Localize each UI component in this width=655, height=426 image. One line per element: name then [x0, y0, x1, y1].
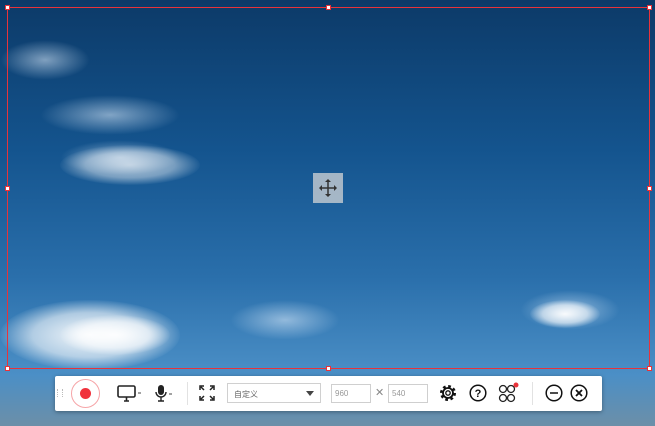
- region-preset-select[interactable]: 自定义: [227, 383, 321, 403]
- record-button[interactable]: [71, 379, 100, 408]
- svg-text:?: ?: [475, 388, 482, 400]
- move-arrows-icon: [319, 179, 337, 197]
- resize-handle-e[interactable]: [647, 186, 652, 191]
- move-handle[interactable]: [313, 173, 343, 203]
- settings-button[interactable]: [438, 383, 458, 408]
- height-input[interactable]: 540: [388, 384, 428, 403]
- minimize-icon: [545, 384, 563, 402]
- apps-button[interactable]: [498, 381, 522, 410]
- resize-handle-nw[interactable]: [5, 5, 10, 10]
- record-icon: [80, 388, 91, 399]
- resize-handle-n[interactable]: [326, 5, 331, 10]
- resize-handle-w[interactable]: [5, 186, 10, 191]
- recording-toolbar: 自定义 960 ✕ 540 ?: [55, 376, 602, 411]
- monitor-icon: [117, 385, 141, 402]
- region-preset-value: 自定义: [234, 390, 258, 399]
- fullscreen-icon: [199, 385, 215, 401]
- minimize-button[interactable]: [545, 384, 563, 407]
- apps-icon: [498, 382, 519, 403]
- close-icon: [570, 384, 588, 402]
- drag-grip-icon[interactable]: [57, 389, 63, 397]
- microphone-icon: [155, 385, 172, 402]
- resize-handle-ne[interactable]: [647, 5, 652, 10]
- fullscreen-region-button[interactable]: [199, 385, 215, 406]
- close-button[interactable]: [570, 384, 588, 407]
- width-input[interactable]: 960: [331, 384, 371, 403]
- times-symbol: ✕: [375, 387, 385, 399]
- gear-icon: [440, 385, 456, 401]
- microphone-button[interactable]: [154, 384, 176, 408]
- resize-handle-sw[interactable]: [5, 366, 10, 371]
- chevron-down-icon: [306, 391, 314, 396]
- screen-source-button[interactable]: [117, 385, 143, 408]
- help-button[interactable]: ?: [469, 384, 487, 407]
- resize-handle-se[interactable]: [647, 366, 652, 371]
- resize-handle-s[interactable]: [326, 366, 331, 371]
- help-icon: ?: [469, 384, 487, 402]
